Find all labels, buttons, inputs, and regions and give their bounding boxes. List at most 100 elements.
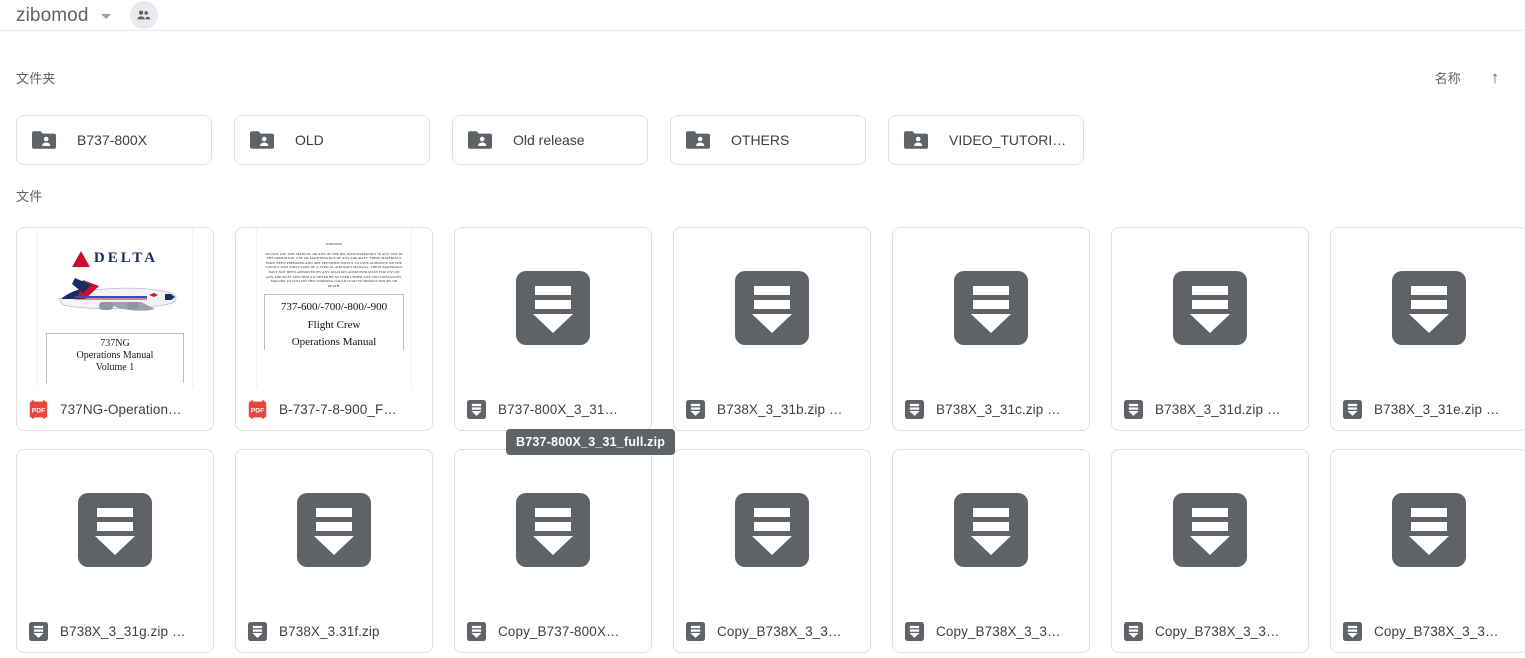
manual-line-1: Flight Crew (307, 319, 361, 332)
archive-file-icon (78, 493, 152, 567)
file-footer: Copy_B738X_3_3… (674, 610, 870, 652)
file-thumbnail (1112, 450, 1308, 610)
file-card[interactable]: DELTA 737NG Operations Manual Volume 1 P… (16, 227, 214, 431)
sort-controls: 名称 ↑ (1435, 68, 1525, 87)
archive-file-icon (29, 621, 48, 641)
archive-file-icon (954, 493, 1028, 567)
archive-file-icon (516, 493, 590, 567)
file-name: B738X_3_31g.zip … (60, 623, 186, 639)
file-thumbnail (674, 450, 870, 610)
pdf-file-icon: PDF (248, 399, 267, 419)
file-card[interactable]: Copy_B738X_3_3… (1330, 449, 1525, 653)
pdf-file-icon: PDF (29, 399, 48, 419)
shared-folder-icon (249, 129, 275, 151)
warning-title: WARNING (325, 242, 343, 246)
folder-card[interactable]: Old release (452, 115, 648, 165)
file-footer: B737-800X_3_31… (455, 388, 651, 430)
sort-by-name-button[interactable]: 名称 (1435, 68, 1461, 87)
folder-card[interactable]: OTHERS (670, 115, 866, 165)
archive-file-icon (905, 621, 924, 641)
file-name: B738X_3_31c.zip … (936, 401, 1061, 417)
archive-file-icon (248, 621, 267, 641)
manual-model-line: 737-600/-700/-800/-900 (280, 301, 388, 314)
file-card[interactable]: B738X_3_31c.zip … (892, 227, 1090, 431)
files-label: 文件 (16, 189, 43, 204)
file-card[interactable]: Copy_B738X_3_3… (1111, 449, 1309, 653)
file-thumbnail: WARNING DO NOT USE THIS MANUAL OR ANY OF… (236, 228, 432, 388)
file-name: 737NG-Operation… (60, 401, 182, 417)
file-footer: B738X_3_31b.zip … (674, 388, 870, 430)
archive-file-icon (1343, 621, 1362, 641)
folders-section-header: 文件夹 名称 ↑ (0, 68, 1525, 87)
file-card[interactable]: WARNING DO NOT USE THIS MANUAL OR ANY OF… (235, 227, 433, 431)
file-card[interactable]: Copy_B738X_3_3… (892, 449, 1090, 653)
file-name: Copy_B738X_3_3… (936, 623, 1061, 639)
archive-file-icon (516, 271, 590, 345)
people-shared-icon[interactable] (129, 1, 158, 29)
file-card[interactable]: B738X_3.31f.zip (235, 449, 433, 653)
manual-line-3: Volume 1 (95, 362, 135, 373)
file-name: Copy_B738X_3_3… (717, 623, 842, 639)
archive-file-icon (686, 399, 705, 419)
manual-title-box: 737NG Operations Manual Volume 1 (46, 333, 184, 383)
file-grid: DELTA 737NG Operations Manual Volume 1 P… (16, 227, 1525, 653)
file-thumbnail: DELTA 737NG Operations Manual Volume 1 (17, 228, 213, 388)
archive-file-icon (1173, 493, 1247, 567)
archive-file-icon (1392, 271, 1466, 345)
file-footer: B738X_3_31g.zip … (17, 610, 213, 652)
file-thumbnail (1331, 450, 1525, 610)
archive-file-icon (1392, 493, 1466, 567)
pdf-page-preview: WARNING DO NOT USE THIS MANUAL OR ANY OF… (256, 228, 412, 388)
delta-logo: DELTA (71, 250, 159, 267)
file-footer: Copy_B738X_3_3… (1331, 610, 1525, 652)
file-name-tooltip: B737-800X_3_31_full.zip (506, 429, 676, 455)
warning-body: DO NOT USE THIS MANUAL OR ANY OF THE REL… (265, 251, 403, 288)
file-card[interactable]: B738X_3_31b.zip … (673, 227, 871, 431)
file-footer: Copy_B738X_3_3… (1112, 610, 1308, 652)
archive-file-icon (1124, 399, 1143, 419)
file-thumbnail (17, 450, 213, 610)
file-card[interactable]: B738X_3_31e.zip … (1330, 227, 1525, 431)
archive-file-icon (735, 493, 809, 567)
file-name: Copy_B738X_3_3… (1374, 623, 1499, 639)
archive-file-icon (1173, 271, 1247, 345)
delta-triangle-icon (71, 250, 90, 267)
folder-list: B737-800X OLD Old release OTHERS VIDEO_T… (16, 115, 1084, 165)
archive-file-icon (297, 493, 371, 567)
file-card[interactable]: Copy_B738X_3_3… (673, 449, 871, 653)
file-card[interactable]: B737-800X_3_31… (454, 227, 652, 431)
file-footer: B738X_3_31e.zip … (1331, 388, 1525, 430)
file-name: B738X_3_31e.zip … (1374, 401, 1500, 417)
manual-line-1: 737NG (100, 338, 130, 349)
file-name: B738X_3_31d.zip … (1155, 401, 1281, 417)
pdf-page-preview: DELTA 737NG Operations Manual Volume 1 (37, 228, 193, 388)
folder-name: VIDEO_TUTORIA… (949, 132, 1069, 148)
svg-text:PDF: PDF (32, 407, 45, 414)
file-thumbnail (1112, 228, 1308, 388)
file-footer: Copy_B738X_3_3… (893, 610, 1089, 652)
archive-file-icon (735, 271, 809, 345)
file-card[interactable]: B738X_3_31d.zip … (1111, 227, 1309, 431)
folder-card[interactable]: VIDEO_TUTORIA… (888, 115, 1084, 165)
file-thumbnail (674, 228, 870, 388)
page-title: zibomod (16, 4, 89, 26)
folder-card[interactable]: OLD (234, 115, 430, 165)
chevron-down-icon[interactable] (100, 13, 111, 19)
manual-line-2: Operations Manual (291, 336, 377, 349)
file-thumbnail (455, 450, 651, 610)
delta-wordmark: DELTA (93, 250, 159, 266)
folder-card[interactable]: B737-800X (16, 115, 212, 165)
shared-folder-icon (31, 129, 57, 151)
file-name: B738X_3.31f.zip (279, 623, 380, 639)
file-name: B-737-7-8-900_F… (279, 401, 397, 417)
file-card[interactable]: Copy_B737-800X… (454, 449, 652, 653)
svg-text:PDF: PDF (251, 407, 264, 414)
folder-name: OLD (295, 132, 324, 148)
folders-label: 文件夹 (16, 71, 56, 86)
file-name: B737-800X_3_31… (498, 401, 619, 417)
folder-name: Old release (513, 132, 585, 148)
arrow-up-icon[interactable]: ↑ (1481, 69, 1509, 86)
file-card[interactable]: B738X_3_31g.zip … (16, 449, 214, 653)
archive-file-icon (905, 399, 924, 419)
file-footer: Copy_B737-800X… (455, 610, 651, 652)
